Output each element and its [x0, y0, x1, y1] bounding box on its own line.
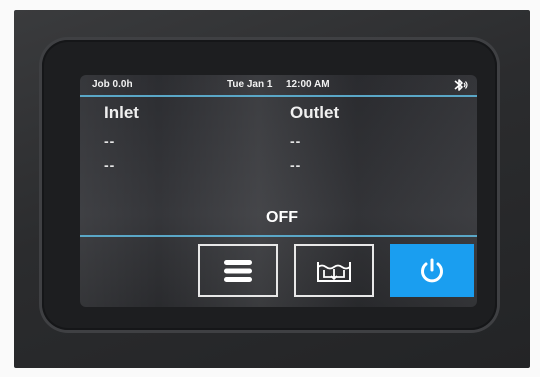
tank-button[interactable] [294, 244, 374, 297]
system-state: OFF [266, 209, 298, 226]
date-display: Tue Jan 1 [227, 79, 273, 90]
bluetooth-icon [454, 79, 468, 91]
menu-icon [224, 259, 252, 282]
outlet-value-1: -- [290, 133, 302, 149]
power-icon [421, 258, 443, 282]
time-display: 12:00 AM [286, 79, 330, 90]
status-bar: Job 0.0h Tue Jan 1 12:00 AM [80, 75, 477, 97]
touch-screen: Job 0.0h Tue Jan 1 12:00 AM Inlet -- -- … [80, 75, 477, 307]
divider [80, 235, 477, 237]
tank-icon [317, 261, 351, 282]
inlet-value-2: -- [104, 157, 116, 173]
inlet-value-1: -- [104, 133, 116, 149]
job-hours: Job 0.0h [92, 79, 133, 90]
inlet-label: Inlet [104, 103, 139, 122]
outlet-label: Outlet [290, 103, 340, 122]
menu-button[interactable] [198, 244, 278, 297]
power-button[interactable] [390, 244, 474, 297]
outlet-value-2: -- [290, 157, 302, 173]
